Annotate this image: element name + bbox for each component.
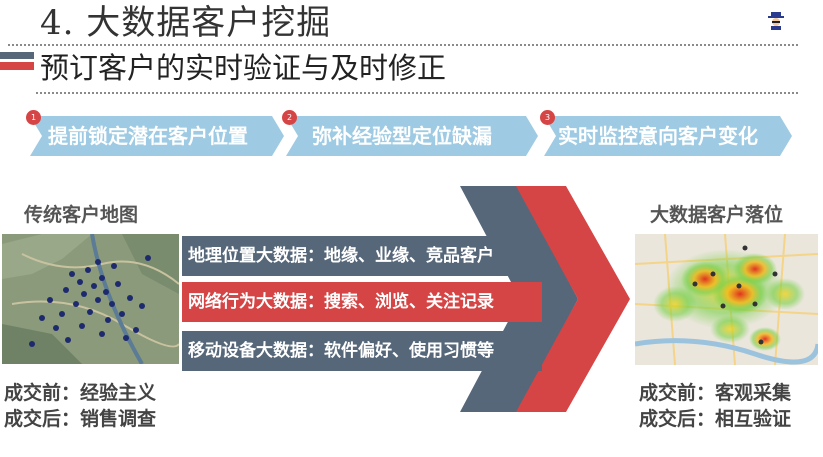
subtitle-divider bbox=[36, 92, 798, 94]
right-note-after: 成交后：相互验证 bbox=[639, 408, 792, 430]
step-3-label: 实时监控意向客户变化 bbox=[558, 124, 758, 148]
step-2-number: 2 bbox=[282, 110, 297, 125]
left-note-before: 成交前：经验主义 bbox=[4, 382, 157, 404]
right-note-before: 成交前：客观采集 bbox=[639, 382, 792, 404]
step-3: 3 实时监控意向客户变化 bbox=[540, 110, 792, 156]
traditional-map-label: 传统客户地图 bbox=[24, 204, 139, 226]
step-1-label: 提前锁定潜在客户位置 bbox=[48, 124, 248, 148]
band-geo-data: 地理位置大数据：地缘、业缘、竞品客户 bbox=[182, 236, 542, 276]
detective-logo-icon bbox=[768, 12, 784, 30]
step-1-number: 1 bbox=[26, 110, 41, 125]
page-title: 4. 大数据客户挖掘 bbox=[40, 3, 332, 43]
page-subtitle: 预订客户的实时验证与及时修正 bbox=[40, 51, 447, 85]
left-note-after: 成交后：销售调查 bbox=[4, 408, 157, 430]
band-mobile-device-data: 移动设备大数据：软件偏好、使用习惯等 bbox=[182, 331, 542, 371]
subtitle-stripes bbox=[0, 52, 34, 70]
step-2-label: 弥补经验型定位缺漏 bbox=[312, 124, 492, 148]
step-2: 2 弥补经验型定位缺漏 bbox=[282, 110, 538, 156]
title-divider bbox=[8, 44, 798, 46]
bigdata-heat-map bbox=[635, 234, 818, 365]
band-web-behavior-data: 网络行为大数据：搜索、浏览、关注记录 bbox=[182, 282, 542, 322]
step-3-number: 3 bbox=[540, 110, 555, 125]
traditional-customer-map bbox=[2, 234, 179, 364]
bigdata-map-label: 大数据客户落位 bbox=[650, 204, 784, 226]
step-1: 1 提前锁定潜在客户位置 bbox=[26, 110, 284, 156]
